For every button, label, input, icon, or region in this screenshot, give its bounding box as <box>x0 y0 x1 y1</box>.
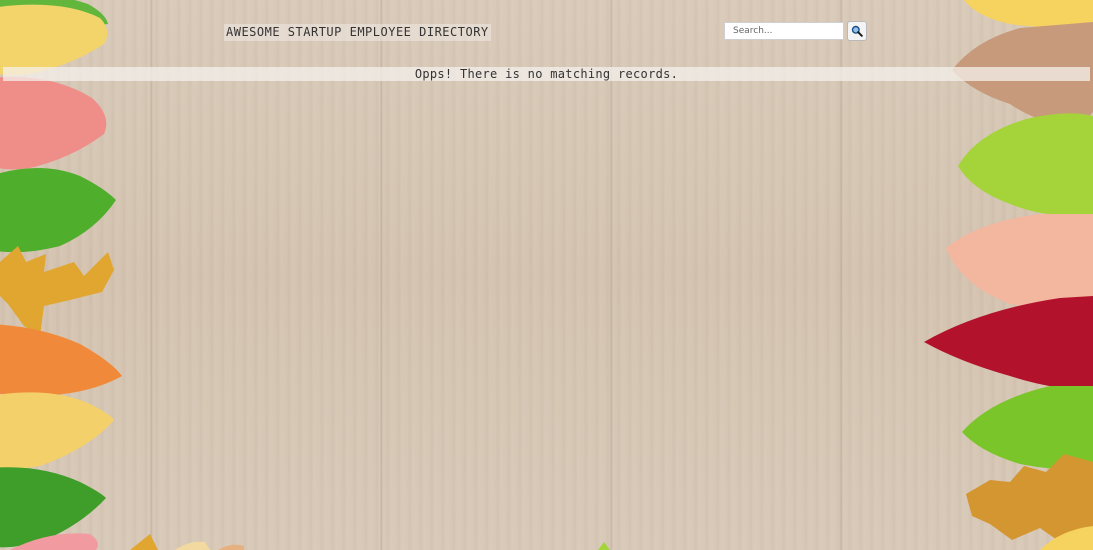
left-leaves <box>0 0 244 550</box>
leaf-icon <box>1040 526 1093 550</box>
search-button[interactable] <box>847 21 867 41</box>
leaf-icon <box>0 4 108 76</box>
page-title: AWESOME STARTUP EMPLOYEE DIRECTORY <box>224 24 491 41</box>
leaf-icon <box>0 392 114 469</box>
leaf-icon <box>598 542 610 550</box>
leaf-icon <box>0 467 106 548</box>
leaf-icon <box>924 296 1093 389</box>
no-results-message: Opps! There is no matching records. <box>3 67 1090 81</box>
leaf-icon <box>130 534 158 550</box>
leaf-decoration <box>0 0 1093 550</box>
leaf-icon <box>0 0 108 26</box>
leaf-icon <box>0 76 107 170</box>
leaf-icon <box>962 386 1093 470</box>
search-bar <box>724 21 867 41</box>
leaf-icon <box>966 454 1093 542</box>
search-input[interactable] <box>724 22 844 40</box>
leaf-icon <box>175 541 210 550</box>
leaf-icon <box>958 113 1093 216</box>
leaf-icon <box>218 544 244 550</box>
leaf-icon <box>964 0 1093 27</box>
magnifier-icon <box>851 25 863 37</box>
right-leaves <box>598 0 1093 550</box>
leaf-icon <box>0 324 122 397</box>
leaf-icon <box>0 246 114 336</box>
leaf-icon <box>946 214 1093 307</box>
leaf-icon <box>10 533 98 550</box>
leaf-icon <box>0 168 116 253</box>
